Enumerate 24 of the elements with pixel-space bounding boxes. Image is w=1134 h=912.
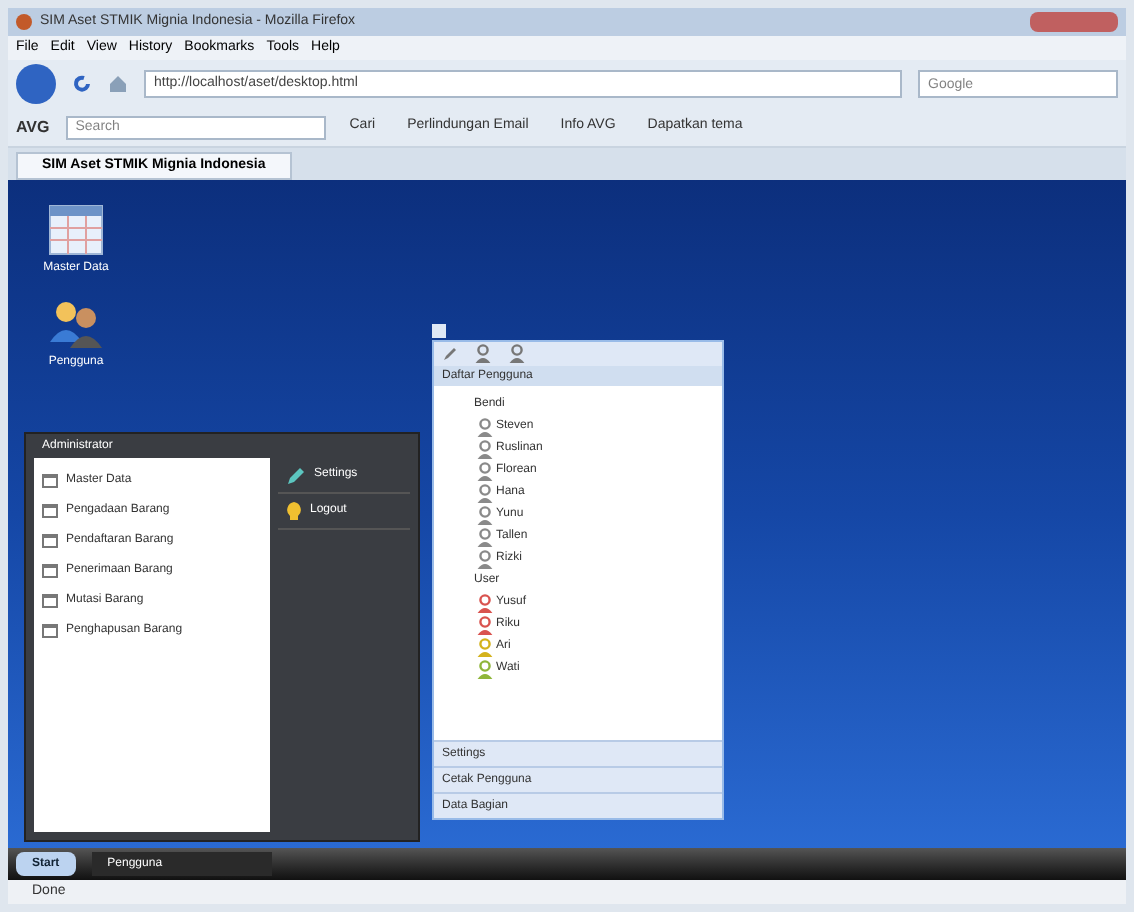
user-icon <box>476 527 494 547</box>
user-icon <box>476 593 494 613</box>
users-icon <box>48 298 104 350</box>
bulb-icon <box>286 501 302 521</box>
user-icon <box>476 615 494 635</box>
user-icon <box>476 637 494 657</box>
user-icon <box>476 417 494 437</box>
pencil-icon <box>286 465 306 485</box>
user-icon <box>476 483 494 503</box>
table-icon <box>48 204 104 256</box>
pencil-icon[interactable] <box>442 346 458 362</box>
user-icon <box>476 659 494 679</box>
user-icon <box>476 461 494 481</box>
user-icon <box>476 505 494 525</box>
reload-icon[interactable] <box>72 74 92 94</box>
user-icon <box>474 344 492 364</box>
window-icon <box>432 324 446 338</box>
user-icon <box>508 344 526 364</box>
home-icon[interactable] <box>108 74 128 94</box>
back-button[interactable] <box>16 64 56 104</box>
user-icon <box>476 439 494 459</box>
user-icon <box>476 549 494 569</box>
browser-icon <box>16 14 32 30</box>
avg-logo: AVG <box>16 115 50 139</box>
